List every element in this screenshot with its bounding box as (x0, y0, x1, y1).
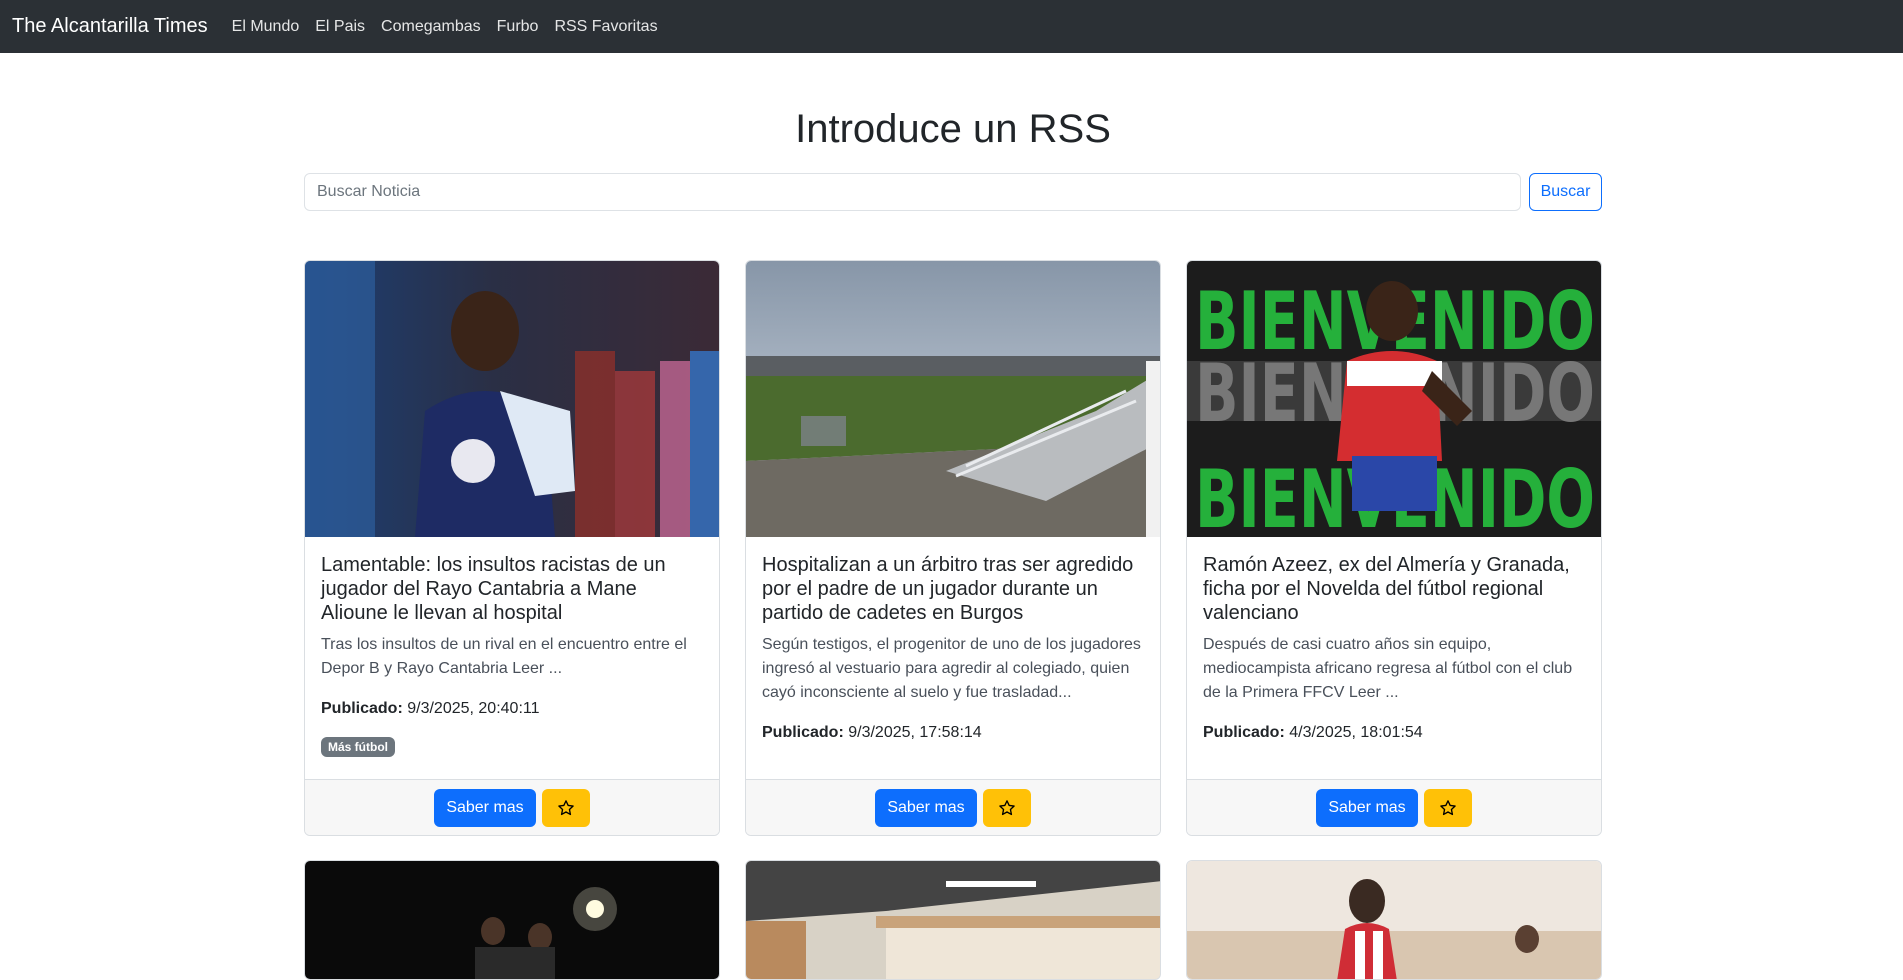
news-card: Lamentable: los insultos racistas de un … (304, 260, 720, 836)
card-footer: Saber mas (305, 779, 719, 835)
favorite-button[interactable] (982, 788, 1031, 827)
main-container: Introduce un RSS Buscar Noticia Buscar L… (304, 53, 1602, 980)
news-card: BIENVENIDO BIENVENIDO BIENVENIDO Ramón A… (1186, 260, 1602, 836)
news-title[interactable]: Ramón Azeez, ex del Almería y Granada, f… (1203, 553, 1585, 625)
published-value: 4/3/2025, 18:01:54 (1289, 724, 1423, 741)
news-image (305, 861, 719, 979)
news-card (1186, 860, 1602, 980)
card-footer: Saber mas (746, 779, 1160, 835)
nav-link-rss-favoritas[interactable]: RSS Favoritas (554, 18, 657, 36)
read-more-button[interactable]: Saber mas (875, 788, 977, 827)
brand-link[interactable]: The Alcantarilla Times (12, 15, 208, 38)
published-label: Publicado: (321, 700, 403, 717)
top-navbar: The Alcantarilla Times El Mundo El Pais … (0, 0, 1903, 53)
card-body: Lamentable: los insultos racistas de un … (305, 537, 719, 779)
news-image (1187, 861, 1601, 979)
news-card (304, 860, 720, 980)
nav-link-comegambas[interactable]: Comegambas (381, 18, 481, 36)
star-icon (557, 799, 574, 815)
news-summary: Tras los insultos de un rival en el encu… (321, 636, 687, 677)
category-badge: Más fútbol (321, 737, 395, 757)
nav-link-el-pais[interactable]: El Pais (315, 18, 365, 36)
read-more-button[interactable]: Saber mas (1316, 788, 1418, 827)
published-label: Publicado: (1203, 724, 1285, 741)
news-title[interactable]: Lamentable: los insultos racistas de un … (321, 553, 703, 625)
news-image (746, 261, 1160, 537)
news-summary: Después de casi cuatro años sin equipo, … (1203, 636, 1573, 701)
news-image: BIENVENIDO BIENVENIDO BIENVENIDO (1187, 261, 1601, 537)
card-body: Ramón Azeez, ex del Almería y Granada, f… (1187, 537, 1601, 779)
read-more-button[interactable]: Saber mas (434, 788, 536, 827)
nav-link-furbo[interactable]: Furbo (497, 18, 539, 36)
news-image (305, 261, 719, 537)
published-value: 9/3/2025, 17:58:14 (848, 724, 982, 741)
star-icon (998, 799, 1015, 815)
card-footer: Saber mas (1187, 779, 1601, 835)
published-date: Publicado: 9/3/2025, 17:58:14 (762, 721, 1144, 745)
search-input[interactable] (304, 173, 1521, 211)
news-grid: Lamentable: los insultos racistas de un … (304, 260, 1602, 980)
star-icon (1439, 799, 1456, 815)
news-card (745, 860, 1161, 980)
nav-link-el-mundo[interactable]: El Mundo (232, 18, 300, 36)
published-label: Publicado: (762, 724, 844, 741)
published-date: Publicado: 9/3/2025, 20:40:11 (321, 697, 703, 721)
news-summary: Según testigos, el progenitor de uno de … (762, 636, 1141, 701)
favorite-button[interactable] (541, 788, 590, 827)
published-value: 9/3/2025, 20:40:11 (407, 700, 540, 717)
news-title[interactable]: Hospitalizan a un árbitro tras ser agred… (762, 553, 1144, 625)
card-body: Hospitalizan a un árbitro tras ser agred… (746, 537, 1160, 779)
news-card: Hospitalizan a un árbitro tras ser agred… (745, 260, 1161, 836)
news-image (746, 861, 1160, 979)
favorite-button[interactable] (1423, 788, 1472, 827)
search-button[interactable]: Buscar (1529, 173, 1602, 211)
search-bar: Buscar (304, 173, 1602, 211)
page-title: Introduce un RSS (795, 107, 1111, 151)
published-date: Publicado: 4/3/2025, 18:01:54 (1203, 721, 1585, 745)
